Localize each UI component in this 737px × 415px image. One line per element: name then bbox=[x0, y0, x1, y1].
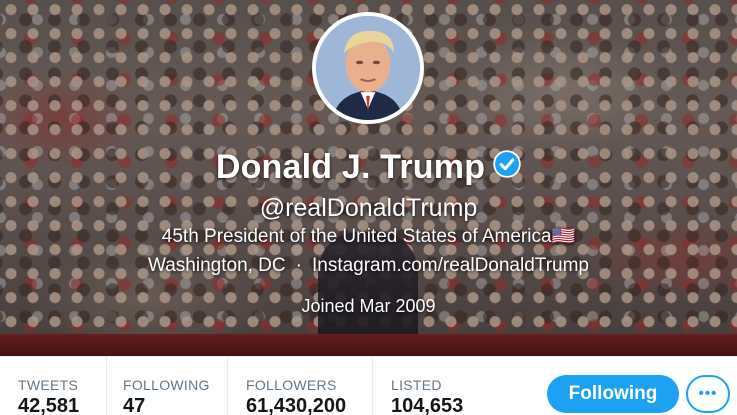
verified-badge-icon bbox=[493, 150, 521, 178]
stat-value: 42,581 bbox=[18, 395, 80, 415]
profile-bio: 45th President of the United States of A… bbox=[0, 224, 737, 248]
profile-meta-row: Washington, DC · Instagram.com/realDonaldT… bbox=[0, 255, 737, 277]
profile-location: Washington, DC bbox=[148, 255, 286, 276]
stat-listed[interactable]: LISTED 104,653 bbox=[372, 357, 512, 415]
stat-value: 104,653 bbox=[391, 395, 464, 415]
stat-label: FOLLOWING bbox=[123, 377, 210, 393]
profile-website-link[interactable]: Instagram.com/realDonaldTrump bbox=[312, 255, 589, 276]
bio-text: 45th President of the United States of A… bbox=[161, 226, 552, 247]
stat-label: TWEETS bbox=[18, 377, 79, 393]
profile-name: Donald J. Trump bbox=[215, 147, 486, 186]
profile-name-row: Donald J. Trump bbox=[0, 146, 737, 187]
following-button[interactable]: Following bbox=[547, 375, 679, 413]
stat-label: FOLLOWERS bbox=[246, 377, 337, 393]
stat-label: LISTED bbox=[391, 377, 442, 393]
stat-following[interactable]: FOLLOWING 47 bbox=[106, 357, 227, 415]
profile-joined-date: Joined Mar 2009 bbox=[301, 296, 436, 316]
profile-avatar[interactable] bbox=[312, 12, 424, 124]
meta-separator: · bbox=[295, 255, 302, 276]
stat-value: 47 bbox=[123, 395, 146, 415]
us-flag-icon: 🇺🇸 bbox=[551, 226, 576, 247]
stat-value: 61,430,200 bbox=[246, 395, 347, 415]
stat-tweets[interactable]: TWEETS 42,581 bbox=[0, 357, 106, 415]
stat-followers[interactable]: FOLLOWERS 61,430,200 bbox=[227, 357, 372, 415]
profile-handle[interactable]: @realDonaldTrump bbox=[0, 194, 737, 223]
more-options-icon[interactable]: ••• bbox=[686, 375, 730, 413]
avatar-portrait bbox=[316, 16, 420, 120]
